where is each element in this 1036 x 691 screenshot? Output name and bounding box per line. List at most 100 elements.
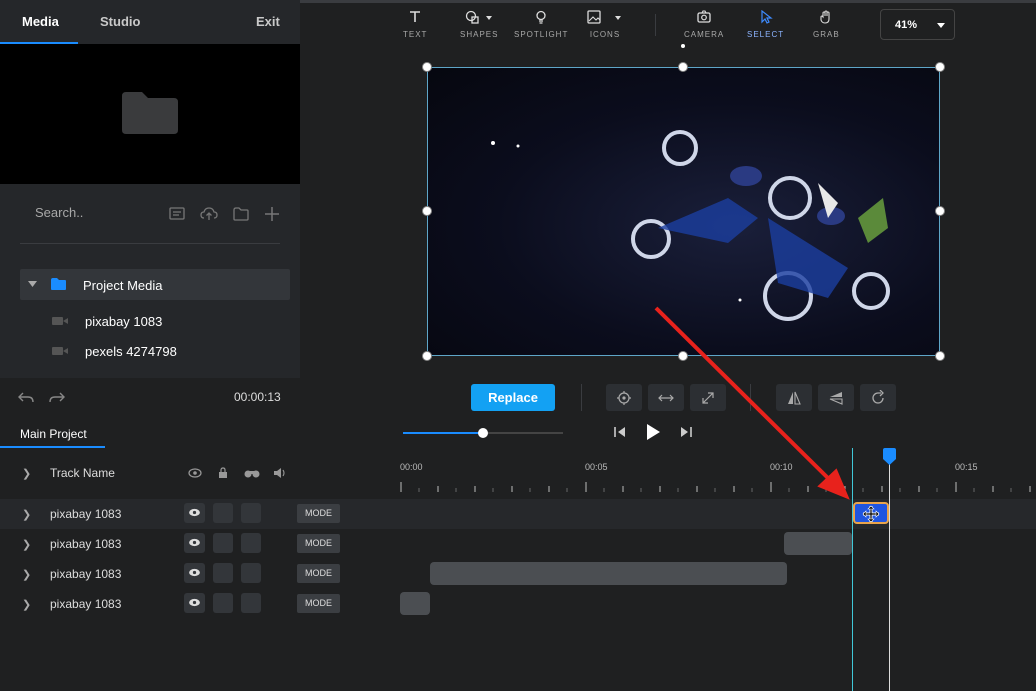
visibility-toggle[interactable] [184,563,205,583]
selected-clip[interactable] [853,502,889,524]
camera-tool-label: CAMERA [684,30,725,39]
resize-handle[interactable] [935,62,945,72]
camera-icon [697,10,711,23]
undo-icon[interactable] [18,390,34,404]
grab-tool[interactable]: GRAB [813,10,840,39]
media-item[interactable]: pixabay 1083 [85,314,162,329]
tab-media[interactable]: Media [22,14,59,29]
cursor-icon [760,10,773,24]
text-tool[interactable]: TEXT [403,10,427,39]
media-item[interactable]: pexels 4274798 [85,344,177,359]
image-icon [587,10,621,24]
lock-toggle[interactable] [213,533,233,553]
binoculars-icon[interactable] [244,468,260,478]
chevron-right-icon[interactable]: ❯ [22,568,31,581]
divider [581,384,582,411]
notes-icon[interactable] [168,205,186,223]
mode-button[interactable]: MODE [297,534,340,553]
chevron-right-icon[interactable]: ❯ [22,508,31,521]
rotate-handle[interactable] [681,44,685,48]
redo-icon[interactable] [49,390,65,404]
shapes-tool-label: SHAPES [460,30,499,39]
tick-label: 00:05 [585,462,608,472]
mode-button[interactable]: MODE [297,594,340,613]
solo-toggle[interactable] [241,563,261,583]
exit-button[interactable]: Exit [256,14,280,29]
solo-toggle[interactable] [241,533,261,553]
playhead-handle[interactable] [882,448,897,466]
active-tab-indicator [0,446,105,448]
video-icon [52,317,68,325]
tab-main-project[interactable]: Main Project [20,427,87,441]
move-cursor-icon [862,505,880,523]
eye-icon[interactable] [188,468,202,478]
chevron-right-icon[interactable]: ❯ [22,538,31,551]
target-icon [617,391,631,405]
video-icon [52,347,68,355]
mode-button[interactable]: MODE [297,504,340,523]
lock-toggle[interactable] [213,563,233,583]
mode-button[interactable]: MODE [297,564,340,583]
eye-icon [189,538,200,547]
focus-button[interactable] [606,384,642,411]
speaker-icon[interactable] [273,467,287,479]
spotlight-tool[interactable]: SPOTLIGHT [514,10,568,39]
spotlight-tool-label: SPOTLIGHT [514,30,569,39]
shapes-tool[interactable]: SHAPES [460,10,498,39]
search-input[interactable]: Search.. [35,205,83,220]
playhead-line [889,462,890,691]
chevron-right-icon[interactable]: ❯ [22,467,31,480]
solo-toggle[interactable] [241,503,261,523]
folder-icon [122,92,178,134]
tick-label: 00:15 [955,462,978,472]
resize-handle[interactable] [678,62,688,72]
track-label: pixabay 1083 [50,507,122,521]
grab-tool-label: GRAB [813,30,840,39]
zoom-slider-fill [403,432,483,434]
resize-handle[interactable] [422,62,432,72]
select-tool[interactable]: SELECT [747,10,784,39]
skip-back-icon[interactable] [613,425,627,439]
track-row[interactable]: ❯ pixabay 1083 MODE [0,529,1036,559]
caret-down-icon[interactable] [27,280,38,288]
track-name-header: Track Name [50,466,115,480]
plus-icon[interactable] [263,205,281,223]
select-tool-label: SELECT [747,30,785,39]
lightbulb-icon [536,10,546,24]
lock-toggle[interactable] [213,593,233,613]
track-label: pixabay 1083 [50,537,122,551]
timeline-clip[interactable] [400,592,430,615]
rotate-icon [872,390,884,404]
upload-cloud-icon[interactable] [200,205,218,223]
eye-icon [189,568,200,577]
eye-icon [189,508,200,517]
current-time: 00:00:13 [234,390,281,404]
lock-toggle[interactable] [213,503,233,523]
resize-handle[interactable] [935,206,945,216]
track-row[interactable]: ❯ pixabay 1083 MODE [0,589,1036,619]
visibility-toggle[interactable] [184,533,205,553]
divider [20,243,280,244]
visibility-toggle[interactable] [184,593,205,613]
zoom-slider-handle[interactable] [478,428,488,438]
resize-handle[interactable] [935,351,945,361]
resize-handle[interactable] [422,206,432,216]
solo-toggle[interactable] [241,593,261,613]
chevron-right-icon[interactable]: ❯ [22,598,31,611]
lock-icon[interactable] [217,467,229,479]
tab-studio[interactable]: Studio [100,14,140,29]
panel-tabs: Media Studio Exit [0,0,300,44]
rotate-button[interactable] [860,384,896,411]
timeline-clip[interactable] [784,532,852,555]
camera-tool[interactable]: CAMERA [684,10,724,39]
zoom-select[interactable]: 41% [880,9,955,40]
chevron-down-icon [937,23,945,28]
replace-button[interactable]: Replace [471,384,555,411]
timeline-clip[interactable] [430,562,787,585]
icons-tool[interactable]: ICONS [587,10,623,39]
eye-icon [189,598,200,607]
shapes-icon [466,10,493,24]
visibility-toggle[interactable] [184,503,205,523]
resize-handle[interactable] [422,351,432,361]
folder-add-icon[interactable] [232,205,250,223]
